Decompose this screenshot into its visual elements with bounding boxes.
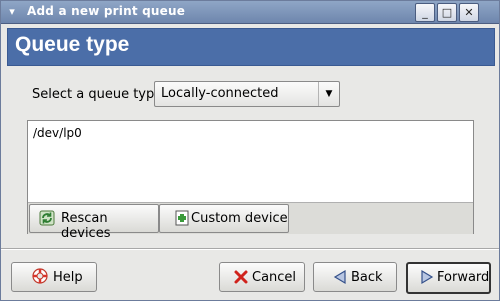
cancel-icon (234, 270, 248, 284)
forward-button[interactable]: Forward (406, 262, 491, 294)
list-item[interactable]: /dev/lp0 (28, 124, 473, 142)
forward-arrow-icon (421, 269, 434, 285)
queue-type-value: Locally-connected (161, 86, 279, 101)
forward-label: Forward (437, 270, 490, 285)
back-arrow-icon (333, 269, 346, 285)
queue-type-label: Select a queue type: (32, 87, 167, 102)
rescan-devices-label: Rescan devices (61, 211, 111, 241)
lifebuoy-icon (32, 268, 48, 284)
close-icon[interactable]: ✕ (459, 3, 479, 22)
chevron-down-icon[interactable]: ▼ (318, 82, 339, 106)
refresh-icon (39, 210, 55, 226)
device-toolbar: Rescan devices Custom device (28, 202, 473, 241)
device-list: /dev/lp0 Rescan devices Custom device (27, 120, 474, 241)
back-button[interactable]: Back (313, 262, 397, 292)
minimize-icon[interactable]: _ (415, 3, 435, 22)
custom-device-button[interactable]: Custom device (159, 204, 289, 233)
help-label: Help (53, 270, 83, 285)
print-queue-dialog: ▾ Add a new print queue _ □ ✕ Queue type… (0, 0, 500, 301)
window-title: Add a new print queue (27, 4, 186, 18)
cancel-button[interactable]: Cancel (219, 262, 305, 292)
rescan-devices-button[interactable]: Rescan devices (29, 204, 159, 241)
maximize-icon[interactable]: □ (437, 3, 457, 22)
window-menu-icon[interactable]: ▾ (4, 4, 20, 19)
back-label: Back (351, 270, 383, 285)
custom-device-label: Custom device (191, 211, 288, 226)
cancel-label: Cancel (252, 270, 297, 285)
divider (1, 248, 499, 250)
add-device-icon (175, 210, 189, 226)
device-path: /dev/lp0 (33, 126, 82, 140)
help-button[interactable]: Help (11, 262, 97, 292)
page-title: Queue type (15, 33, 130, 56)
queue-type-select[interactable]: Locally-connected ▼ (154, 81, 340, 107)
page-banner: Queue type (7, 28, 495, 66)
title-bar: ▾ Add a new print queue _ □ ✕ (1, 1, 499, 24)
